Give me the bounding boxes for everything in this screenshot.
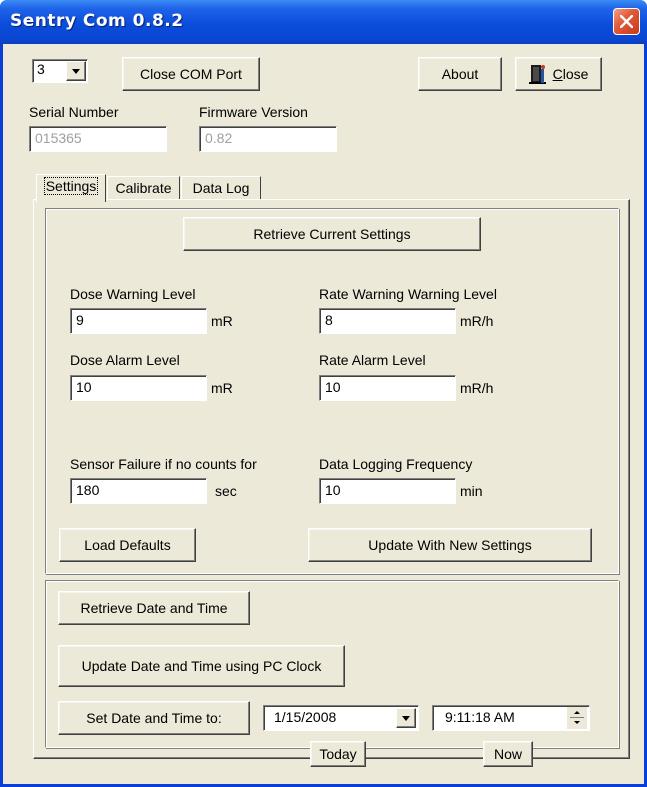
calendar-dropdown-icon[interactable] <box>396 708 416 728</box>
today-label: Today <box>319 746 357 762</box>
rate-warning-label: Rate Warning Warning Level <box>319 286 497 302</box>
update-pc-clock-button[interactable]: Update Date and Time using PC Clock <box>58 645 345 687</box>
close-label-rest: lose <box>562 66 589 82</box>
serial-number-label: Serial Number <box>29 104 119 120</box>
retrieve-settings-label: Retrieve Current Settings <box>253 226 411 242</box>
tab-settings[interactable]: Settings <box>36 174 106 202</box>
rate-alarm-input[interactable]: 10 <box>319 375 456 401</box>
date-picker[interactable]: 1/15/2008 <box>263 705 419 731</box>
door-exit-icon <box>528 65 546 84</box>
firmware-version-field: 0.82 <box>199 126 337 152</box>
tab-data-log[interactable]: Data Log <box>181 176 261 200</box>
tab-calibrate-label: Calibrate <box>115 180 172 196</box>
time-picker[interactable]: 9:11:18 AM <box>432 705 590 731</box>
window-title: Sentry Com 0.8.2 <box>10 11 184 31</box>
time-spinner[interactable] <box>567 707 587 729</box>
close-com-port-button[interactable]: Close COM Port <box>122 57 260 91</box>
update-pc-clock-label: Update Date and Time using PC Clock <box>81 658 322 674</box>
load-defaults-button[interactable]: Load Defaults <box>59 528 196 562</box>
set-date-time-label: Set Date and Time to: <box>86 710 222 726</box>
logging-frequency-label: Data Logging Frequency <box>319 456 473 472</box>
tab-data-log-label: Data Log <box>192 180 250 196</box>
rate-warning-unit: mR/h <box>460 313 494 329</box>
tab-calibrate[interactable]: Calibrate <box>107 176 180 200</box>
logging-frequency-input[interactable]: 10 <box>319 478 456 504</box>
update-settings-label: Update With New Settings <box>368 537 532 553</box>
rate-warning-value: 8 <box>325 312 333 328</box>
dose-alarm-value: 10 <box>76 379 92 395</box>
time-value: 9:11:18 AM <box>445 709 515 725</box>
serial-number-value: 015365 <box>35 130 82 146</box>
dose-warning-input[interactable]: 9 <box>70 308 207 334</box>
tab-settings-label: Settings <box>43 177 99 195</box>
firmware-version-value: 0.82 <box>205 130 233 146</box>
retrieve-date-time-button[interactable]: Retrieve Date and Time <box>58 591 250 625</box>
dose-alarm-label: Dose Alarm Level <box>70 352 180 368</box>
close-accel-letter: C <box>552 66 563 82</box>
sensor-failure-unit: sec <box>215 483 237 499</box>
rate-alarm-label: Rate Alarm Level <box>319 352 426 368</box>
title-bar[interactable]: Sentry Com 0.8.2 <box>0 0 647 44</box>
close-label: Close <box>553 66 589 82</box>
rate-warning-input[interactable]: 8 <box>319 308 456 334</box>
sensor-failure-value: 180 <box>76 482 100 498</box>
com-port-select[interactable]: 3 <box>32 59 88 83</box>
firmware-version-label: Firmware Version <box>199 104 308 120</box>
rate-alarm-unit: mR/h <box>460 380 494 396</box>
load-defaults-label: Load Defaults <box>84 537 171 553</box>
serial-number-field: 015365 <box>29 126 167 152</box>
dose-warning-value: 9 <box>76 312 84 328</box>
window-close-button[interactable] <box>613 8 640 35</box>
close-com-port-label: Close COM Port <box>140 66 242 82</box>
dose-warning-unit: mR <box>211 313 233 329</box>
dose-alarm-unit: mR <box>211 380 233 396</box>
chevron-down-icon[interactable] <box>66 61 86 81</box>
retrieve-settings-button[interactable]: Retrieve Current Settings <box>183 217 481 251</box>
rate-alarm-value: 10 <box>325 379 341 395</box>
retrieve-date-time-label: Retrieve Date and Time <box>80 600 228 616</box>
now-button[interactable]: Now <box>483 741 533 767</box>
logging-frequency-unit: min <box>460 483 483 499</box>
dose-alarm-input[interactable]: 10 <box>70 375 207 401</box>
settings-tab-panel: Retrieve Current Settings Dose Warning L… <box>33 199 630 767</box>
sensor-failure-label: Sensor Failure if no counts for <box>70 456 257 472</box>
update-settings-button[interactable]: Update With New Settings <box>308 528 592 562</box>
about-label: About <box>441 66 479 82</box>
spin-down-icon[interactable] <box>567 718 587 729</box>
set-date-time-button[interactable]: Set Date and Time to: <box>58 701 250 735</box>
about-button[interactable]: About <box>418 57 502 91</box>
now-label: Now <box>493 746 522 762</box>
sensor-failure-input[interactable]: 180 <box>70 478 207 504</box>
dose-warning-label: Dose Warning Level <box>70 286 196 302</box>
main-window: Sentry Com 0.8.2 3 Close COM Port About … <box>0 0 647 787</box>
today-button[interactable]: Today <box>310 741 366 767</box>
com-port-value: 3 <box>37 61 45 77</box>
logging-frequency-value: 10 <box>325 482 341 498</box>
close-icon <box>620 15 633 28</box>
close-button[interactable]: Close <box>515 57 602 91</box>
date-value: 1/15/2008 <box>274 709 337 725</box>
